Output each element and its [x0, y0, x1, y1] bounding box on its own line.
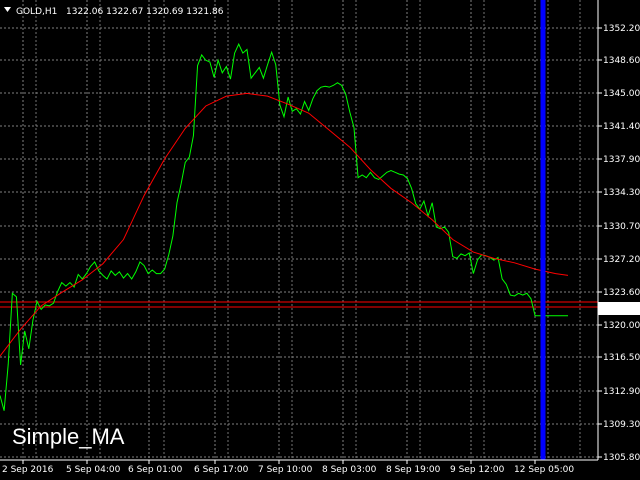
price-axis-tick-label: 1327.20	[603, 255, 640, 265]
price-axis-tick-label: 1341.40	[603, 122, 640, 132]
symbol-label: GOLD,H1	[16, 7, 57, 17]
price-axis-tick-label: 1334.30	[603, 188, 640, 198]
ohlc-label: 1322.06 1322.67 1320.69 1321.86	[66, 7, 224, 17]
price-chart[interactable]: 1352.20 1348.60 1345.00 1341.40 1337.90 1334.…	[0, 0, 640, 480]
price-axis-tick-label: 1316.50	[603, 353, 640, 363]
chart-window[interactable]: 1352.20 1348.60 1345.00 1341.40 1337.90 1334.…	[0, 0, 640, 480]
price-axis-tick-label: 1309.30	[603, 420, 640, 430]
price-axis-tick-label: 1352.20	[603, 24, 640, 34]
indicator-name: Simple_MA	[12, 424, 125, 449]
current-price-label: 1321.86	[603, 305, 640, 315]
price-axis-tick-label: 1330.70	[603, 222, 640, 232]
time-axis-tick-label: 12 Sep 05:00	[514, 465, 574, 475]
time-axis-tick-label: 8 Sep 19:00	[386, 465, 441, 475]
price-axis-tick-label: 1348.60	[603, 56, 640, 66]
time-axis-tick-label: 7 Sep 10:00	[258, 465, 313, 475]
time-axis-tick-label: 6 Sep 01:00	[128, 465, 183, 475]
time-axis-tick-label: 9 Sep 12:00	[450, 465, 505, 475]
price-axis-tick-label: 1337.90	[603, 155, 640, 165]
time-axis-ticks: 2 Sep 2016 5 Sep 04:00 6 Sep 01:00 6 Sep 17…	[2, 460, 574, 475]
chart-header: GOLD,H1 1322.06 1322.67 1320.69 1321.86	[4, 7, 224, 17]
time-axis-tick-label: 6 Sep 17:00	[194, 465, 249, 475]
time-axis-tick-label: 5 Sep 04:00	[66, 465, 121, 475]
price-axis-tick-label: 1345.00	[603, 89, 640, 99]
price-axis-tick-label: 1323.60	[603, 288, 640, 298]
current-price-badge: 1321.86	[598, 302, 640, 315]
time-axis-tick-label: 8 Sep 03:00	[322, 465, 377, 475]
price-axis-tick-label: 1320.00	[603, 321, 640, 331]
time-axis-tick-label: 2 Sep 2016	[2, 465, 54, 475]
price-axis-ticks: 1352.20 1348.60 1345.00 1341.40 1337.90 1334.…	[598, 24, 640, 463]
price-axis-tick-label: 1312.90	[603, 387, 640, 397]
price-axis-tick-label: 1305.80	[603, 453, 640, 463]
